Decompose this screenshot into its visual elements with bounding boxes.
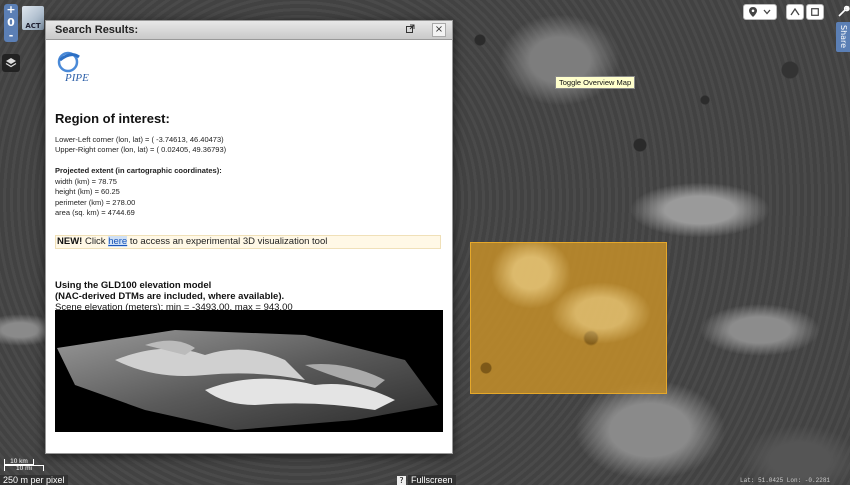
- settings-button[interactable]: [836, 4, 850, 18]
- scale-bar: 10 km 10 mi: [4, 458, 44, 472]
- pipe-logo: PIPE: [55, 46, 101, 86]
- lower-left-corner: Lower-Left corner (lon, lat) = ( -3.7461…: [55, 135, 224, 144]
- height-value: height (km) = 60.25: [55, 187, 120, 196]
- layers-icon: [5, 58, 17, 68]
- elevation-info: Using the GLD100 elevation model (NAC-de…: [55, 280, 293, 313]
- extent-heading: Projected extent (in cartographic coordi…: [55, 166, 222, 175]
- zoom-level: 0: [7, 16, 15, 29]
- zoom-out-button[interactable]: -: [9, 30, 14, 42]
- new-post-text: to access an experimental 3D visualizati…: [127, 236, 328, 247]
- new-label: NEW!: [57, 236, 83, 247]
- act-logo: ACT: [22, 6, 44, 30]
- perimeter-value: perimeter (km) = 278.00: [55, 198, 136, 207]
- dialog-header[interactable]: Search Results: ×: [46, 21, 452, 40]
- 3d-tool-link[interactable]: here: [108, 236, 128, 247]
- pin-tool-button[interactable]: [743, 4, 777, 20]
- region-of-interest-overlay[interactable]: [470, 242, 667, 394]
- dialog-body: PIPE Region of interest: Lower-Left corn…: [46, 40, 452, 453]
- search-results-dialog: Search Results: × PIPE Region of interes…: [45, 20, 453, 454]
- upper-right-corner: Upper-Right corner (lon, lat) = ( 0.0240…: [55, 145, 227, 154]
- close-button[interactable]: ×: [432, 23, 446, 37]
- dtm-3d-preview[interactable]: [55, 310, 443, 432]
- new-feature-banner: NEW! Click here to access an experimenta…: [55, 235, 441, 249]
- cursor-coordinates: Lat: 51.0425 Lon: -0.2281: [740, 477, 831, 484]
- area-value: area (sq. km) = 4744.69: [55, 208, 135, 217]
- wrench-icon: [838, 5, 850, 17]
- region-heading: Region of interest:: [55, 111, 170, 126]
- angle-icon: [790, 8, 800, 16]
- box-tool-button[interactable]: [806, 4, 824, 20]
- measure-tool-button[interactable]: [786, 4, 804, 20]
- layers-button[interactable]: [2, 54, 20, 72]
- share-tab[interactable]: Share: [836, 22, 850, 52]
- map-pin-icon: [749, 7, 757, 17]
- dialog-title: Search Results:: [55, 24, 139, 36]
- zoom-in-button[interactable]: +: [6, 4, 15, 16]
- gld-line-2: (NAC-derived DTMs are included, where av…: [55, 291, 285, 302]
- gld-line-1: Using the GLD100 elevation model: [55, 280, 212, 291]
- square-icon: [811, 8, 819, 16]
- fullscreen-button[interactable]: Fullscreen: [408, 475, 456, 485]
- resolution-label: 250 m per pixel: [0, 475, 68, 485]
- overview-tooltip: Toggle Overview Map: [555, 76, 636, 89]
- help-button[interactable]: ?: [397, 476, 406, 485]
- chevron-down-icon: [763, 9, 771, 15]
- act-logo-text: ACT: [25, 22, 41, 30]
- new-pre-text: Click: [82, 236, 109, 247]
- pipe-logo-text: PIPE: [64, 72, 89, 84]
- zoom-controls: + 0 -: [4, 4, 18, 42]
- scale-mi: 10 mi: [4, 465, 44, 472]
- popout-icon[interactable]: [406, 24, 416, 34]
- terrain-render: [57, 330, 438, 430]
- width-value: width (km) = 78.75: [55, 177, 117, 186]
